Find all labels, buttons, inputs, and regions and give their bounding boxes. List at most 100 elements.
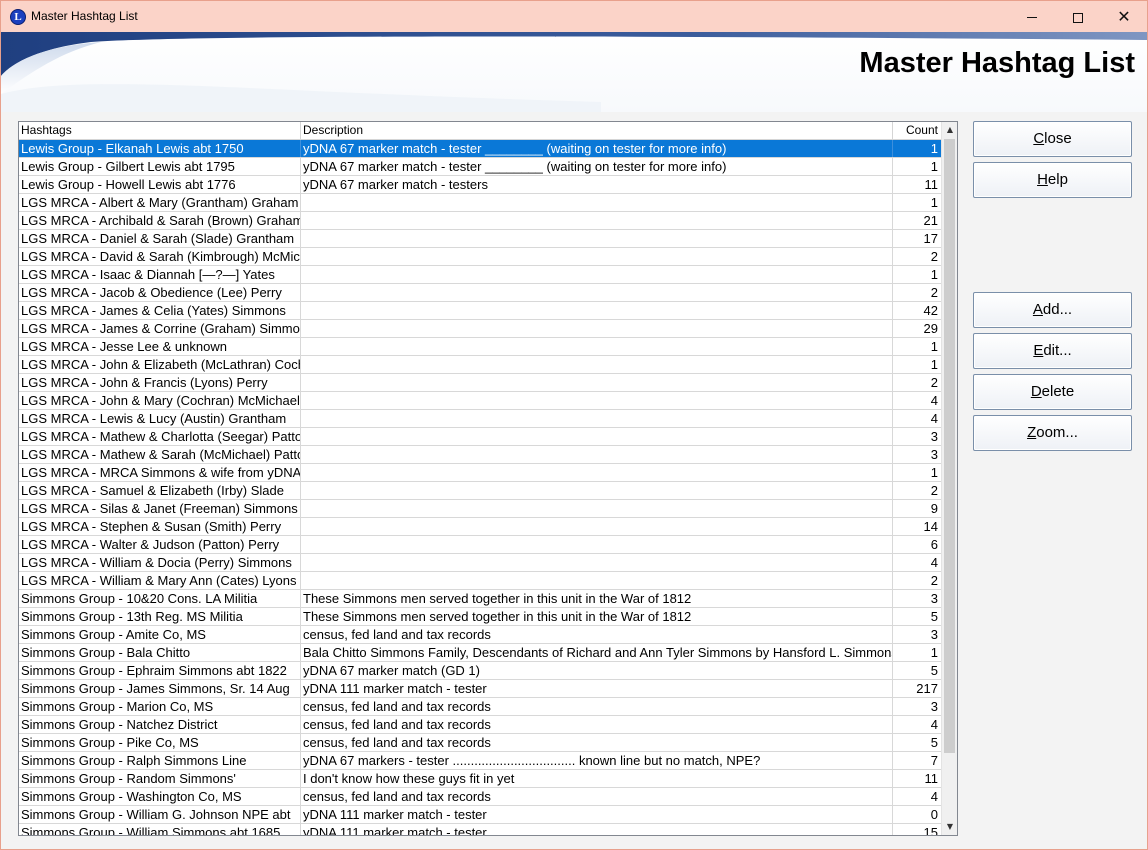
- table-row[interactable]: Simmons Group - Ephraim Simmons abt 1822…: [19, 662, 941, 680]
- table-row[interactable]: Simmons Group - Marion Co, MS census, fed…: [19, 698, 941, 716]
- description-cell: yDNA 111 marker match - tester: [301, 806, 893, 823]
- hashtag-cell: LGS MRCA - Stephen & Susan (Smith) Perry: [19, 518, 301, 535]
- table-row[interactable]: LGS MRCA - David & Sarah (Kimbrough) McM…: [19, 248, 941, 266]
- close-button[interactable]: Close: [973, 121, 1132, 157]
- count-cell: 2: [930, 573, 938, 588]
- description-cell: [301, 338, 893, 355]
- table-row[interactable]: Lewis Group - Elkanah Lewis abt 1750 yDNA…: [19, 140, 941, 158]
- table-row[interactable]: LGS MRCA - William & Docia (Perry) Simmo…: [19, 554, 941, 572]
- count-cell: 7: [930, 753, 938, 768]
- description-cell: [301, 446, 893, 463]
- title-bar[interactable]: L Master Hashtag List ✕: [1, 1, 1147, 32]
- table-row[interactable]: Simmons Group - Pike Co, MS census, fed l…: [19, 734, 941, 752]
- table-row[interactable]: LGS MRCA - Lewis & Lucy (Austin) Grantha…: [19, 410, 941, 428]
- table-row[interactable]: LGS MRCA - Walter & Judson (Patton) Perr…: [19, 536, 941, 554]
- table-row[interactable]: Simmons Group - William Simmons abt 1685…: [19, 824, 941, 835]
- hashtag-cell: Simmons Group - Ephraim Simmons abt 1822: [19, 662, 301, 679]
- table-row[interactable]: Lewis Group - Howell Lewis abt 1776 yDNA …: [19, 176, 941, 194]
- description-cell: [301, 302, 893, 319]
- table-row[interactable]: Simmons Group - Washington Co, MS census,…: [19, 788, 941, 806]
- scroll-down-arrow-icon[interactable]: ▼: [942, 819, 957, 835]
- hashtag-cell: LGS MRCA - William & Docia (Perry) Simmo…: [19, 554, 301, 571]
- table-row[interactable]: LGS MRCA - John & Elizabeth (McLathran) …: [19, 356, 941, 374]
- table-row[interactable]: LGS MRCA - Samuel & Elizabeth (Irby) Sla…: [19, 482, 941, 500]
- vertical-scrollbar[interactable]: ▲ ▼: [941, 122, 957, 835]
- scrollbar-thumb[interactable]: [944, 139, 955, 753]
- maximize-button[interactable]: [1055, 1, 1101, 32]
- minimize-button[interactable]: [1009, 1, 1055, 32]
- hashtag-cell: Simmons Group - James Simmons, Sr. 14 Au…: [19, 680, 301, 697]
- description-cell: [301, 554, 893, 571]
- hashtag-cell: Simmons Group - Washington Co, MS: [19, 788, 301, 805]
- table-row[interactable]: LGS MRCA - James & Corrine (Graham) Simm…: [19, 320, 941, 338]
- hashtag-table[interactable]: Hashtags Description Count Lewis Group -…: [18, 121, 958, 836]
- table-row[interactable]: LGS MRCA - Mathew & Charlotta (Seegar) P…: [19, 428, 941, 446]
- hashtag-cell: LGS MRCA - Jacob & Obedience (Lee) Perry: [19, 284, 301, 301]
- table-row[interactable]: LGS MRCA - Mathew & Sarah (McMichael) Pa…: [19, 446, 941, 464]
- hashtag-cell: Lewis Group - Gilbert Lewis abt 1795: [19, 158, 301, 175]
- description-cell: [301, 410, 893, 427]
- edit-button[interactable]: Edit...: [973, 333, 1132, 369]
- add-button[interactable]: Add...: [973, 292, 1132, 328]
- table-row[interactable]: Simmons Group - Amite Co, MS census, fed …: [19, 626, 941, 644]
- table-row[interactable]: LGS MRCA - MRCA Simmons & wife from yDNA…: [19, 464, 941, 482]
- zoom-button[interactable]: Zoom...: [973, 415, 1132, 451]
- description-cell: [301, 356, 893, 373]
- description-cell: yDNA 111 marker match - tester: [301, 824, 893, 835]
- window-title: Master Hashtag List: [31, 9, 138, 23]
- description-cell: These Simmons men served together in thi…: [301, 608, 893, 625]
- hashtag-cell: LGS MRCA - John & Elizabeth (McLathran) …: [21, 356, 301, 373]
- description-cell: [301, 230, 893, 247]
- description-cell: yDNA 111 marker match - tester: [301, 680, 893, 697]
- description-cell: These Simmons men served together in thi…: [301, 590, 893, 607]
- description-cell: census, fed land and tax records: [301, 788, 893, 805]
- table-row[interactable]: Simmons Group - Bala Chitto Bala Chitto S…: [19, 644, 941, 662]
- table-row[interactable]: LGS MRCA - William & Mary Ann (Cates) Ly…: [19, 572, 941, 590]
- count-cell: 2: [930, 285, 938, 300]
- description-cell: [301, 518, 893, 535]
- count-cell: 1: [930, 357, 938, 372]
- hashtag-cell: LGS MRCA - John & Mary (Cochran) McMicha…: [21, 392, 301, 409]
- count-cell: 0: [930, 807, 938, 822]
- count-cell: 4: [930, 555, 938, 570]
- column-header-description[interactable]: Description: [301, 122, 893, 140]
- hashtag-cell: LGS MRCA - Walter & Judson (Patton) Perr…: [19, 536, 301, 553]
- table-row[interactable]: Simmons Group - Random Simmons' I don't k…: [19, 770, 941, 788]
- table-row[interactable]: LGS MRCA - Stephen & Susan (Smith) Perry…: [19, 518, 941, 536]
- delete-button[interactable]: Delete: [973, 374, 1132, 410]
- table-row[interactable]: LGS MRCA - Archibald & Sarah (Brown) Gra…: [19, 212, 941, 230]
- description-cell: [301, 500, 893, 517]
- count-cell: 5: [930, 663, 938, 678]
- count-cell: 3: [930, 447, 938, 462]
- scroll-up-arrow-icon[interactable]: ▲: [942, 122, 957, 138]
- hashtag-cell: LGS MRCA - David & Sarah (Kimbrough) McM…: [21, 248, 301, 265]
- table-row[interactable]: LGS MRCA - John & Mary (Cochran) McMicha…: [19, 392, 941, 410]
- table-row[interactable]: LGS MRCA - James & Celia (Yates) Simmons…: [19, 302, 941, 320]
- table-row[interactable]: LGS MRCA - John & Francis (Lyons) Perry 2: [19, 374, 941, 392]
- table-row[interactable]: Lewis Group - Gilbert Lewis abt 1795 yDNA…: [19, 158, 941, 176]
- table-row[interactable]: LGS MRCA - Albert & Mary (Grantham) Grah…: [19, 194, 941, 212]
- table-row[interactable]: Simmons Group - Natchez District census, …: [19, 716, 941, 734]
- description-cell: [301, 320, 893, 337]
- table-row[interactable]: Simmons Group - 10&20 Cons. LA Militia Th…: [19, 590, 941, 608]
- table-row[interactable]: LGS MRCA - Jacob & Obedience (Lee) Perry…: [19, 284, 941, 302]
- window-close-button[interactable]: ✕: [1101, 1, 1147, 32]
- description-cell: [301, 374, 893, 391]
- table-row[interactable]: LGS MRCA - Isaac & Diannah [—?—] Yates 1: [19, 266, 941, 284]
- help-button[interactable]: Help: [973, 162, 1132, 198]
- column-header-count[interactable]: Count: [893, 122, 941, 140]
- table-row[interactable]: Simmons Group - 13th Reg. MS Militia Thes…: [19, 608, 941, 626]
- count-cell: 217: [916, 681, 938, 696]
- table-row[interactable]: LGS MRCA - Daniel & Sarah (Slade) Granth…: [19, 230, 941, 248]
- column-header-hashtags[interactable]: Hashtags: [19, 122, 301, 140]
- table-row[interactable]: LGS MRCA - Silas & Janet (Freeman) Simmo…: [19, 500, 941, 518]
- hashtag-cell: LGS MRCA - James & Corrine (Graham) Simm…: [21, 320, 301, 337]
- table-row[interactable]: LGS MRCA - Jesse Lee & unknown 1: [19, 338, 941, 356]
- table-row[interactable]: Simmons Group - William G. Johnson NPE a…: [19, 806, 941, 824]
- page-title: Master Hashtag List: [859, 47, 1135, 79]
- hashtag-cell: LGS MRCA - Mathew & Sarah (McMichael) Pa…: [21, 446, 301, 463]
- table-row[interactable]: Simmons Group - James Simmons, Sr. 14 Au…: [19, 680, 941, 698]
- hashtag-cell: Simmons Group - 13th Reg. MS Militia: [19, 608, 301, 625]
- table-row[interactable]: Simmons Group - Ralph Simmons Line yDNA 6…: [19, 752, 941, 770]
- description-cell: yDNA 67 marker match - testers: [301, 176, 893, 193]
